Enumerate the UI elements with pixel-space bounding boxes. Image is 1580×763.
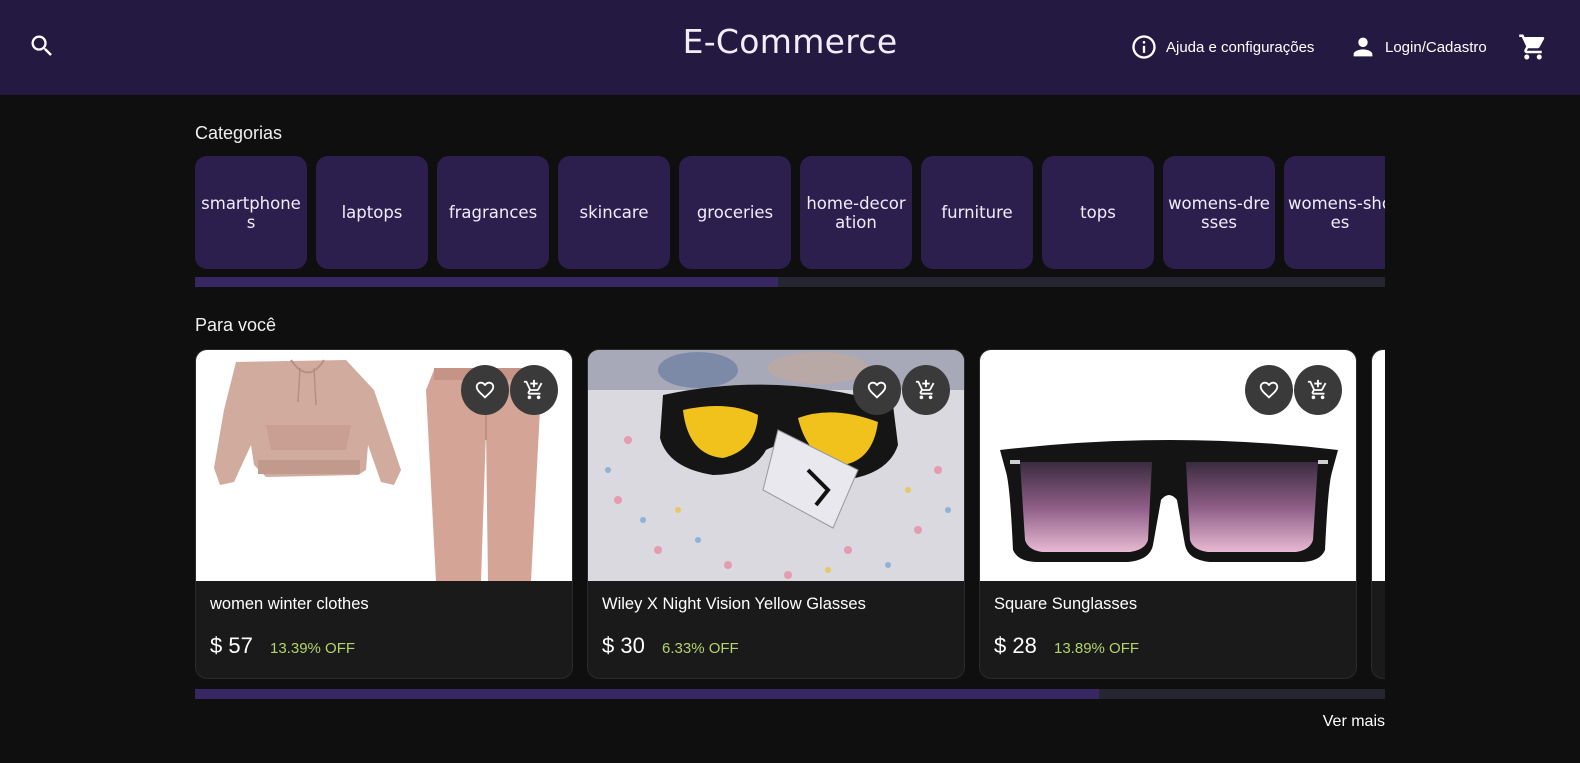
categories-title: Categorias <box>195 123 283 143</box>
products-scrollbar-thumb[interactable] <box>195 689 1100 699</box>
heart-outline-icon <box>867 381 887 399</box>
favorite-button[interactable] <box>853 365 901 415</box>
category-label: tops <box>1080 203 1116 222</box>
product-discount: 13.89% OFF <box>1054 640 1140 657</box>
category-tile-womens-dresses[interactable]: womens-dresses <box>1163 156 1275 269</box>
product-card[interactable]: Wiley X Night Vision Yellow Glasses $ 30… <box>587 349 965 679</box>
category-tile-tops[interactable]: tops <box>1042 156 1154 269</box>
add-to-cart-button[interactable] <box>902 365 950 415</box>
add-shopping-cart-icon <box>915 379 935 400</box>
category-label: smartphones <box>201 193 301 232</box>
info-icon <box>1132 35 1156 59</box>
login-signup-link[interactable]: Login/Cadastro <box>1349 32 1487 62</box>
login-signup-label: Login/Cadastro <box>1385 38 1487 56</box>
heart-outline-icon <box>475 381 495 399</box>
categories-scrollbar[interactable] <box>195 277 1385 287</box>
category-label: skincare <box>579 203 649 222</box>
product-image <box>1372 350 1385 581</box>
top-app-bar: E-Commerce Ajuda e configurações Login/C… <box>0 0 1580 95</box>
category-tile-groceries[interactable]: groceries <box>679 156 791 269</box>
add-shopping-cart-icon <box>1307 379 1327 400</box>
add-to-cart-button[interactable] <box>510 365 558 415</box>
help-settings-link[interactable]: Ajuda e configurações <box>1130 32 1314 62</box>
favorite-button[interactable] <box>461 365 509 415</box>
categories-track: smartphones laptops fragrances skincare groc… <box>195 156 1385 269</box>
product-price: $ 28 <box>994 633 1037 658</box>
product-discount: 6.33% OFF <box>662 640 739 657</box>
category-tile-smartphones[interactable]: smartphones <box>195 156 307 269</box>
category-tile-skincare[interactable]: skincare <box>558 156 670 269</box>
category-label: home-decoration <box>806 193 906 232</box>
add-shopping-cart-icon <box>523 379 543 400</box>
product-card[interactable]: Square Sunglasses $ 28 13.89% OFF <box>979 349 1357 679</box>
heart-outline-icon <box>1259 381 1279 399</box>
category-label: laptops <box>341 203 403 222</box>
product-discount: 13.39% OFF <box>270 640 356 657</box>
products-scrollbar[interactable] <box>195 689 1385 699</box>
category-tile-fragrances[interactable]: fragrances <box>437 156 549 269</box>
product-name: Wiley X Night Vision Yellow Glasses <box>602 595 866 613</box>
category-label: womens-shoes <box>1288 193 1385 232</box>
product-price: $ 57 <box>210 633 253 658</box>
category-tile-furniture[interactable]: furniture <box>921 156 1033 269</box>
products-carousel[interactable]: women winter clothes $ 57 13.39% OFF Wil… <box>195 349 1385 679</box>
category-tile-home-decoration[interactable]: home-decoration <box>800 156 912 269</box>
add-to-cart-button[interactable] <box>1294 365 1342 415</box>
category-label: womens-dresses <box>1168 193 1270 232</box>
categories-scrollbar-thumb[interactable] <box>195 277 779 287</box>
category-label: fragrances <box>448 203 538 222</box>
cart-button[interactable] <box>1516 30 1550 64</box>
product-name: Square Sunglasses <box>994 595 1138 613</box>
person-icon <box>1353 37 1373 57</box>
search-button[interactable] <box>26 30 58 62</box>
see-more-link[interactable]: Ver mais <box>1290 713 1385 731</box>
cart-icon <box>1519 34 1545 60</box>
category-tile-laptops[interactable]: laptops <box>316 156 428 269</box>
product-card-partial[interactable] <box>1371 349 1385 679</box>
product-card[interactable]: women winter clothes $ 57 13.39% OFF <box>195 349 573 679</box>
categories-carousel[interactable]: smartphones laptops fragrances skincare groc… <box>195 156 1385 269</box>
product-name: women winter clothes <box>210 595 369 613</box>
for-you-title: Para você <box>195 315 277 335</box>
product-price: $ 30 <box>602 633 645 658</box>
category-label: furniture <box>941 203 1013 222</box>
app-title: E-Commerce <box>682 22 898 61</box>
category-label: groceries <box>696 203 774 222</box>
help-settings-label: Ajuda e configurações <box>1166 38 1315 56</box>
search-icon <box>31 35 52 56</box>
favorite-button[interactable] <box>1245 365 1293 415</box>
category-tile-womens-shoes[interactable]: womens-shoes <box>1284 156 1385 269</box>
